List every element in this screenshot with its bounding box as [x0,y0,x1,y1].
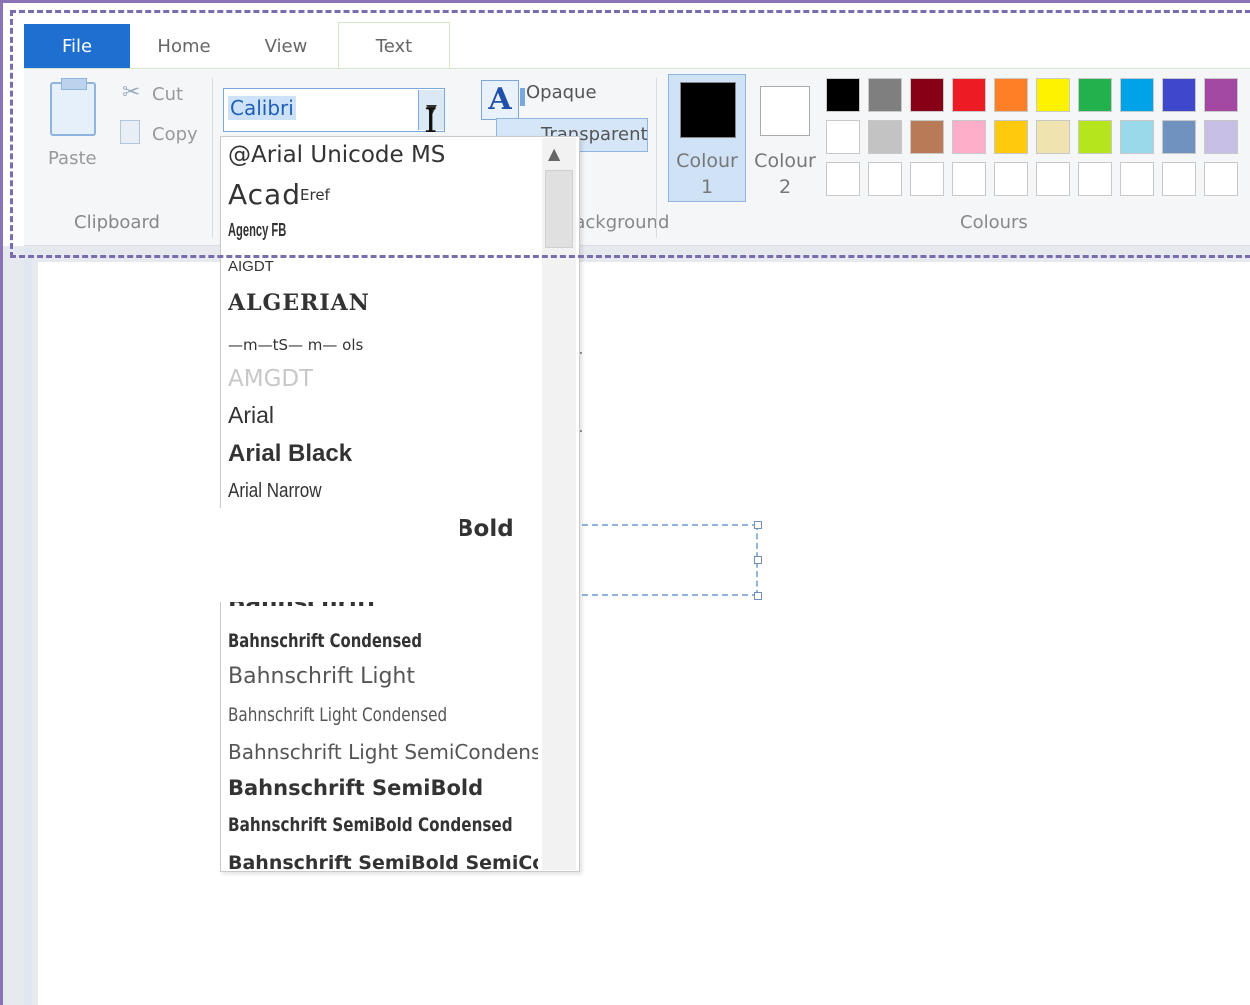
font-list-item[interactable]: Bahnschrift SemiBold [228,776,483,800]
font-list-item[interactable]: Arial [228,402,274,429]
font-list-item[interactable]: Arial Narrow [228,480,322,503]
font-list-item[interactable]: Bahnschrift SemiBold SemiCond [228,852,538,870]
font-list-item[interactable]: AIGDT [228,258,274,275]
canvas-edge [24,248,32,1005]
text-selection-box[interactable] [582,524,758,596]
resize-handle[interactable] [754,556,762,564]
font-list-item[interactable]: Arial Black [228,440,352,468]
font-list-item[interactable]: Bahnschrift Light [228,664,415,689]
font-list-item[interactable]: AMGDT [228,366,313,392]
font-list-item[interactable]: Bahnschrift Condensed [228,630,422,652]
window-frame-top [0,0,1250,3]
font-list-item[interactable]: Bold [456,516,514,542]
font-list-item[interactable]: ALGERIAN [228,290,370,316]
ribbon-highlight-outline [10,10,1250,258]
occluding-box [150,508,460,602]
resize-handle[interactable] [754,521,762,529]
font-list-item[interactable]: —m—tS— m— ols [228,336,363,354]
font-list-item[interactable]: Bahnschrift SemiBold Condensed [228,814,513,836]
font-list-item[interactable]: Bahnschrift Light SemiCondens [228,740,538,764]
font-list-item[interactable]: Bahnschrift Light Condensed [228,704,447,726]
resize-handle[interactable] [754,592,762,600]
